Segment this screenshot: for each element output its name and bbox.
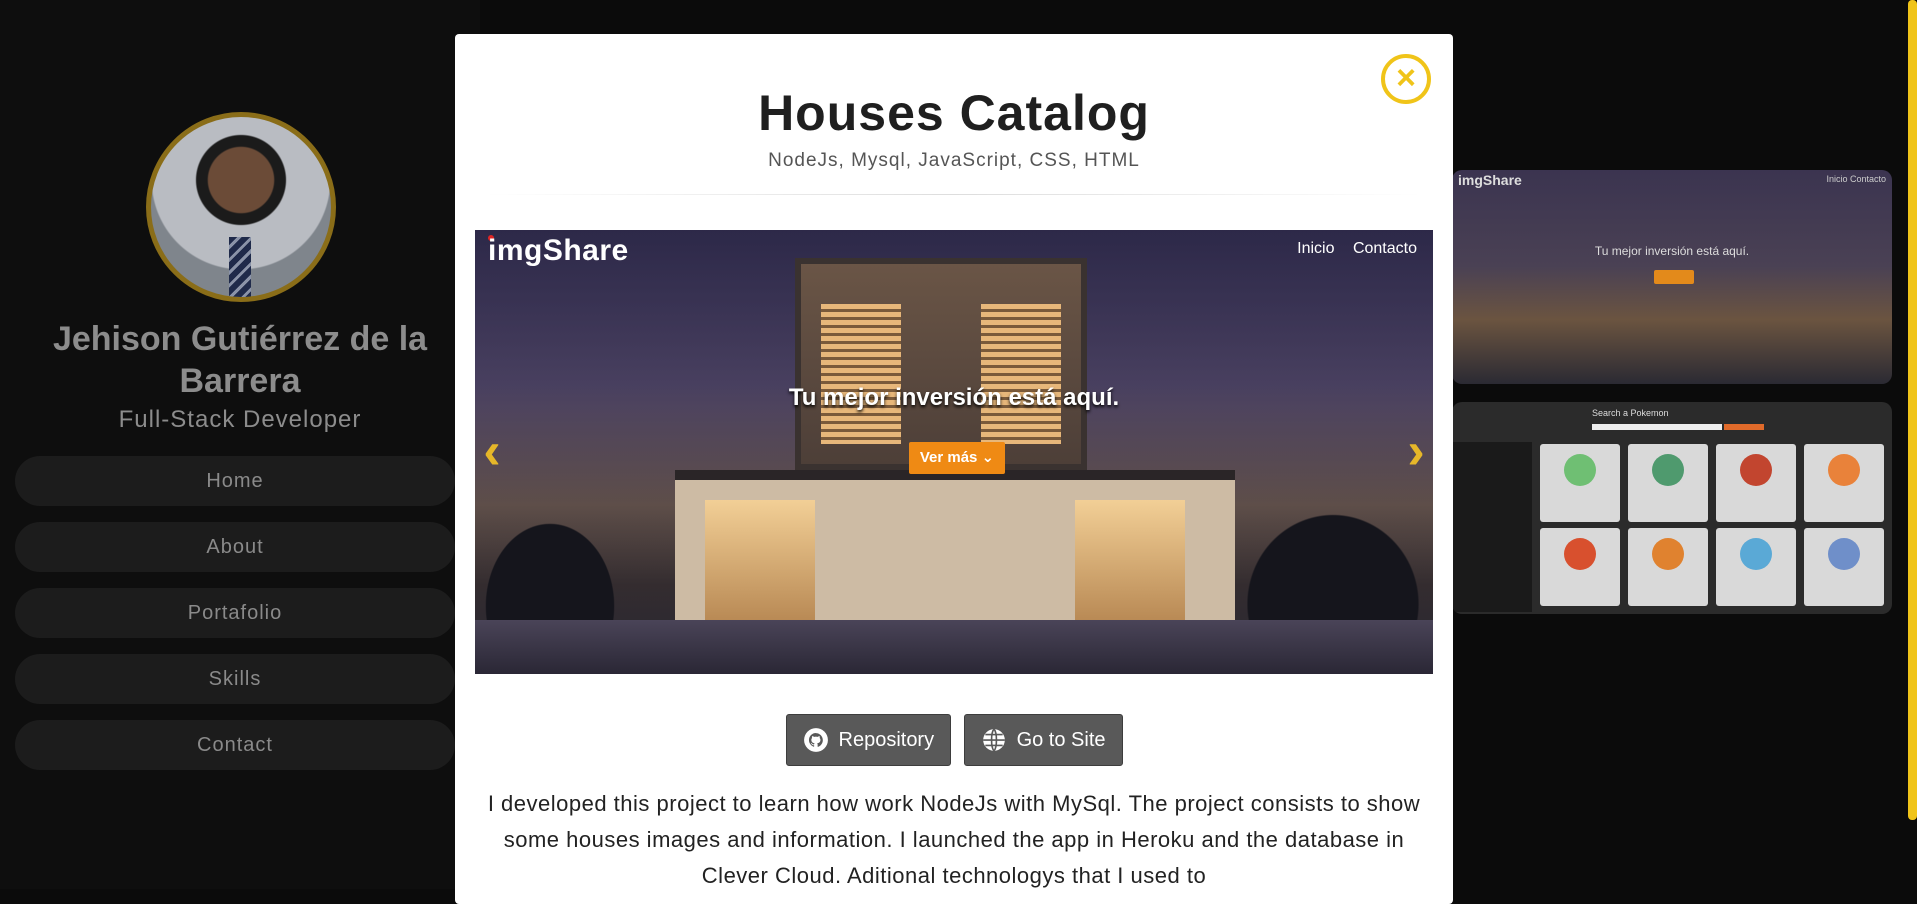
thumb-card <box>1628 528 1708 606</box>
repository-button[interactable]: Repository <box>785 714 952 766</box>
avatar <box>146 112 336 302</box>
thumb-search-button <box>1724 424 1764 430</box>
carousel-image-house-lower <box>675 470 1235 630</box>
thumb-card <box>1716 528 1796 606</box>
carousel-nav-inicio: Inicio <box>1297 240 1335 257</box>
profile-name: Jehison Gutiérrez de la Barrera <box>52 320 428 400</box>
thumb-card <box>1540 444 1620 522</box>
carousel-image-trees <box>475 510 625 630</box>
thumb-search-bar <box>1592 424 1722 430</box>
sidebar: Jehison Gutiérrez de la Barrera Full-Sta… <box>0 0 480 889</box>
carousel-cta: Ver más ⌄ <box>909 442 1005 474</box>
thumb-card <box>1804 444 1884 522</box>
project-description: I developed this project to learn how wo… <box>487 791 1421 888</box>
thumb-card <box>1716 444 1796 522</box>
thumb-card <box>1540 528 1620 606</box>
nav-item-portafolio[interactable]: Portafolio <box>15 588 455 638</box>
carousel-image-trees <box>1233 500 1433 630</box>
profile-role: Full-Stack Developer <box>118 406 362 433</box>
thumb-card <box>1628 444 1708 522</box>
go-to-site-label: Go to Site <box>1016 728 1106 751</box>
modal-tech-stack: NodeJs, Mysql, JavaScript, CSS, HTML <box>768 150 1140 171</box>
nav-item-home[interactable]: Home <box>15 456 455 506</box>
chevron-left-icon[interactable]: ‹ <box>477 425 507 477</box>
go-to-site-button[interactable]: Go to Site <box>963 714 1123 766</box>
thumb-card <box>1804 528 1884 606</box>
carousel-image-house-upper <box>795 258 1087 470</box>
carousel-nav-contacto: Contacto <box>1352 240 1417 257</box>
carousel-nav: Inicio Contacto <box>1283 240 1417 258</box>
chevron-right-icon[interactable]: › <box>1401 425 1431 477</box>
nav-item-contact[interactable]: Contact <box>15 720 455 770</box>
repository-label: Repository <box>838 728 935 751</box>
portfolio-thumb-pokemon[interactable]: Search a Pokemon <box>1452 402 1892 614</box>
carousel-headline: Tu mejor inversión está aquí. <box>788 384 1120 411</box>
thumb-cta <box>1654 270 1694 284</box>
project-modal: × Houses Catalog NodeJs, Mysql, JavaScri… <box>455 34 1453 904</box>
nav-item-skills[interactable]: Skills <box>15 654 455 704</box>
thumb-headline: Tu mejor inversión está aquí. <box>1594 244 1750 258</box>
carousel-image-pool <box>475 620 1433 674</box>
image-carousel[interactable]: imgShare Inicio Contacto Tu mejor invers… <box>475 230 1433 674</box>
github-icon <box>803 728 828 752</box>
carousel-logo: imgShare <box>488 234 629 267</box>
thumb-logo: imgShare <box>1458 172 1522 188</box>
portfolio-thumb-houses[interactable]: imgShare Inicio Contacto Tu mejor invers… <box>1452 170 1892 384</box>
modal-actions: Repository Go to Site <box>455 714 1453 766</box>
thumb-filter-panel <box>1452 442 1532 612</box>
globe-icon <box>982 728 1005 752</box>
modal-title: Houses Catalog <box>758 85 1150 141</box>
nav-item-about[interactable]: About <box>15 522 455 572</box>
thumb-nav: Inicio Contacto <box>1826 174 1886 184</box>
thumb-search-label: Search a Pokemon <box>1592 408 1669 418</box>
scrollbar-thumb[interactable] <box>1908 0 1917 820</box>
divider <box>485 194 1423 195</box>
